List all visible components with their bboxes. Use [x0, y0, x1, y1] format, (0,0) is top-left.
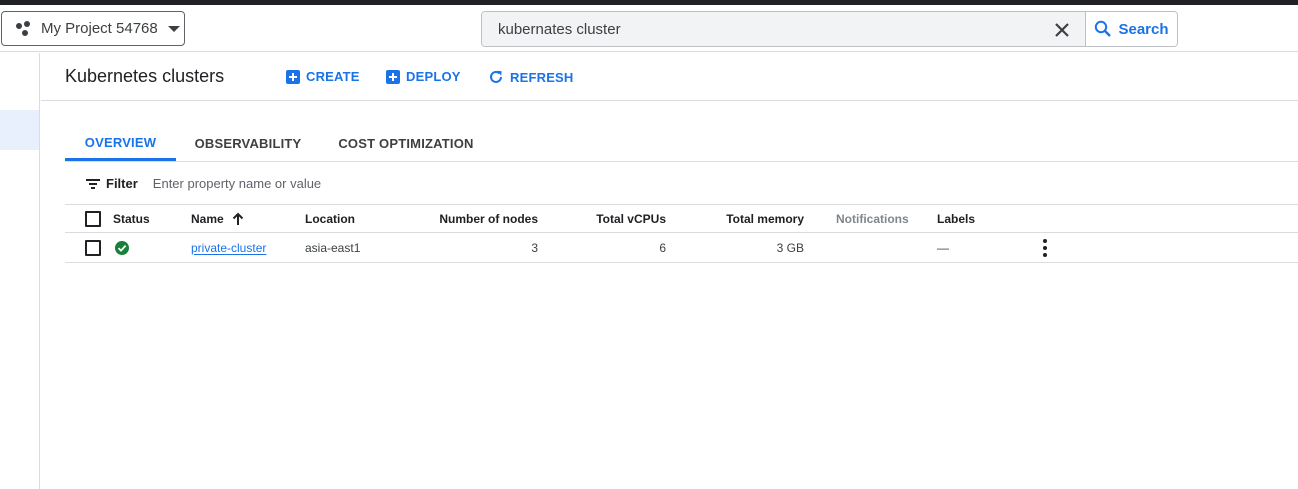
more-vert-icon[interactable] — [1043, 233, 1047, 262]
cell-nodes: 3 — [531, 240, 538, 255]
search-button[interactable]: Search — [1085, 12, 1177, 46]
sort-arrow-up-icon — [232, 212, 243, 225]
column-labels: Labels — [937, 211, 976, 226]
column-location[interactable]: Location — [305, 205, 355, 232]
cell-vcpus: 6 — [659, 240, 666, 255]
top-bar: My Project 54768 Search — [0, 5, 1298, 52]
project-dots-icon — [16, 20, 32, 37]
table-header: Status Name Location Number of nodes Tot… — [65, 204, 1298, 233]
search-button-label: Search — [1118, 20, 1169, 38]
search-bar: Search — [481, 11, 1178, 47]
tab-overview[interactable]: OVERVIEW — [65, 126, 176, 161]
column-memory[interactable]: Total memory — [685, 205, 804, 232]
filter-icon[interactable] — [86, 178, 100, 190]
deploy-button[interactable]: DEPLOY — [386, 69, 461, 84]
cell-labels: — — [937, 240, 949, 255]
tab-cost-optimization[interactable]: COST OPTIMIZATION — [320, 126, 492, 161]
page-header: Kubernetes clusters CREATE DEPLOY REFRES… — [41, 53, 1298, 101]
row-checkbox[interactable] — [85, 233, 101, 262]
cell-memory: 3 GB — [776, 240, 804, 255]
search-field — [482, 12, 1085, 46]
refresh-button[interactable]: REFRESH — [488, 69, 574, 85]
column-name-label: Name — [191, 211, 224, 226]
refresh-label: REFRESH — [510, 69, 574, 85]
filter-label: Filter — [106, 176, 138, 191]
nav-selected-item[interactable] — [0, 110, 39, 150]
deploy-label: DEPLOY — [406, 69, 461, 84]
create-label: CREATE — [306, 69, 360, 84]
select-all-checkbox[interactable] — [85, 205, 101, 232]
page-title: Kubernetes clusters — [65, 66, 225, 86]
create-button[interactable]: CREATE — [286, 69, 360, 84]
tab-bar: OVERVIEW OBSERVABILITY COST OPTIMIZATION — [65, 126, 1298, 162]
clusters-table: Status Name Location Number of nodes Tot… — [65, 204, 1298, 263]
table-row: private-cluster asia-east1 3 6 3 GB — — [65, 233, 1298, 263]
filter-input[interactable] — [150, 175, 555, 192]
column-status[interactable]: Status — [113, 205, 150, 232]
cell-location: asia-east1 — [305, 240, 361, 255]
cluster-name-link[interactable]: private-cluster — [191, 233, 266, 262]
check-circle-icon — [115, 233, 129, 262]
deploy-plus-icon — [386, 69, 400, 84]
tab-observability[interactable]: OBSERVABILITY — [176, 126, 320, 161]
create-plus-icon — [286, 69, 300, 84]
caret-down-icon — [167, 25, 180, 32]
project-selector[interactable]: My Project 54768 — [1, 11, 185, 46]
column-name[interactable]: Name — [191, 205, 244, 232]
search-input[interactable] — [482, 13, 1040, 45]
left-nav-rail — [0, 53, 40, 489]
filter-bar: Filter — [65, 163, 1298, 204]
column-notifications: Notifications — [836, 211, 909, 226]
column-vcpus[interactable]: Total vCPUs — [565, 205, 666, 232]
column-nodes[interactable]: Number of nodes — [425, 205, 538, 232]
search-icon — [1095, 20, 1112, 37]
clear-icon[interactable] — [1053, 21, 1071, 39]
refresh-icon — [490, 70, 502, 83]
project-name: My Project 54768 — [41, 20, 158, 37]
